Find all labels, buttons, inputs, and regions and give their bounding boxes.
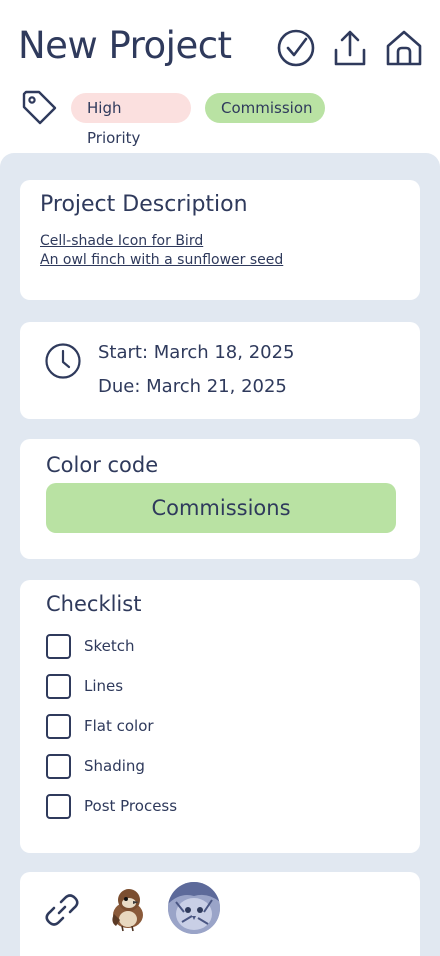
checklist-item-label: Post Process xyxy=(84,797,178,815)
checklist-item-label: Shading xyxy=(84,757,145,775)
header: New Project High Priority Commission xyxy=(0,0,440,150)
home-button[interactable] xyxy=(384,28,424,68)
checklist-item[interactable]: Lines xyxy=(46,674,386,700)
home-icon xyxy=(386,30,422,66)
check-circle-icon xyxy=(277,29,315,67)
checklist-item-label: Flat color xyxy=(84,717,154,735)
checklist-item[interactable]: Post Process xyxy=(46,794,386,820)
checklist-item-label: Lines xyxy=(84,677,124,695)
dates-card[interactable]: Start: March 18, 2025 Due: March 21, 202… xyxy=(20,322,420,419)
priority-tag[interactable]: High Priority xyxy=(71,93,191,147)
description-heading: Project Description xyxy=(40,192,248,217)
link-icon[interactable] xyxy=(42,890,82,930)
page-title: New Project xyxy=(18,24,232,67)
checklist-item[interactable]: Shading xyxy=(46,754,386,780)
checklist-item[interactable]: Sketch xyxy=(46,634,386,660)
start-date: Start: March 18, 2025 xyxy=(98,342,295,363)
commission-tag[interactable]: Commission xyxy=(205,93,325,123)
clock-icon xyxy=(44,342,82,380)
checkbox[interactable] xyxy=(46,634,71,659)
complete-button[interactable] xyxy=(276,28,316,68)
color-code-selector[interactable]: Commissions xyxy=(46,483,396,533)
color-code-card: Color code Commissions xyxy=(20,439,420,559)
checklist-card: Checklist Sketch Lines Flat color Shadin… xyxy=(20,580,420,853)
checklist-item[interactable]: Flat color xyxy=(46,714,386,740)
checkbox[interactable] xyxy=(46,754,71,779)
bird-thumbnail[interactable] xyxy=(102,882,154,934)
description-line-1[interactable]: Cell-shade Icon for Bird xyxy=(40,233,203,249)
attachments-card xyxy=(20,872,420,956)
share-button[interactable] xyxy=(330,28,370,68)
due-date: Due: March 21, 2025 xyxy=(98,376,287,397)
checkbox[interactable] xyxy=(46,674,71,699)
share-icon xyxy=(334,30,366,66)
color-code-heading: Color code xyxy=(46,453,159,477)
description-line-2[interactable]: An owl finch with a sunflower seed xyxy=(40,252,283,268)
owl-thumbnail[interactable] xyxy=(168,882,220,934)
checkbox[interactable] xyxy=(46,794,71,819)
checklist-item-label: Sketch xyxy=(84,637,135,655)
tag-icon[interactable] xyxy=(20,88,60,128)
checkbox[interactable] xyxy=(46,714,71,739)
checklist-heading: Checklist xyxy=(46,592,142,616)
description-card: Project Description Cell-shade Icon for … xyxy=(20,180,420,300)
